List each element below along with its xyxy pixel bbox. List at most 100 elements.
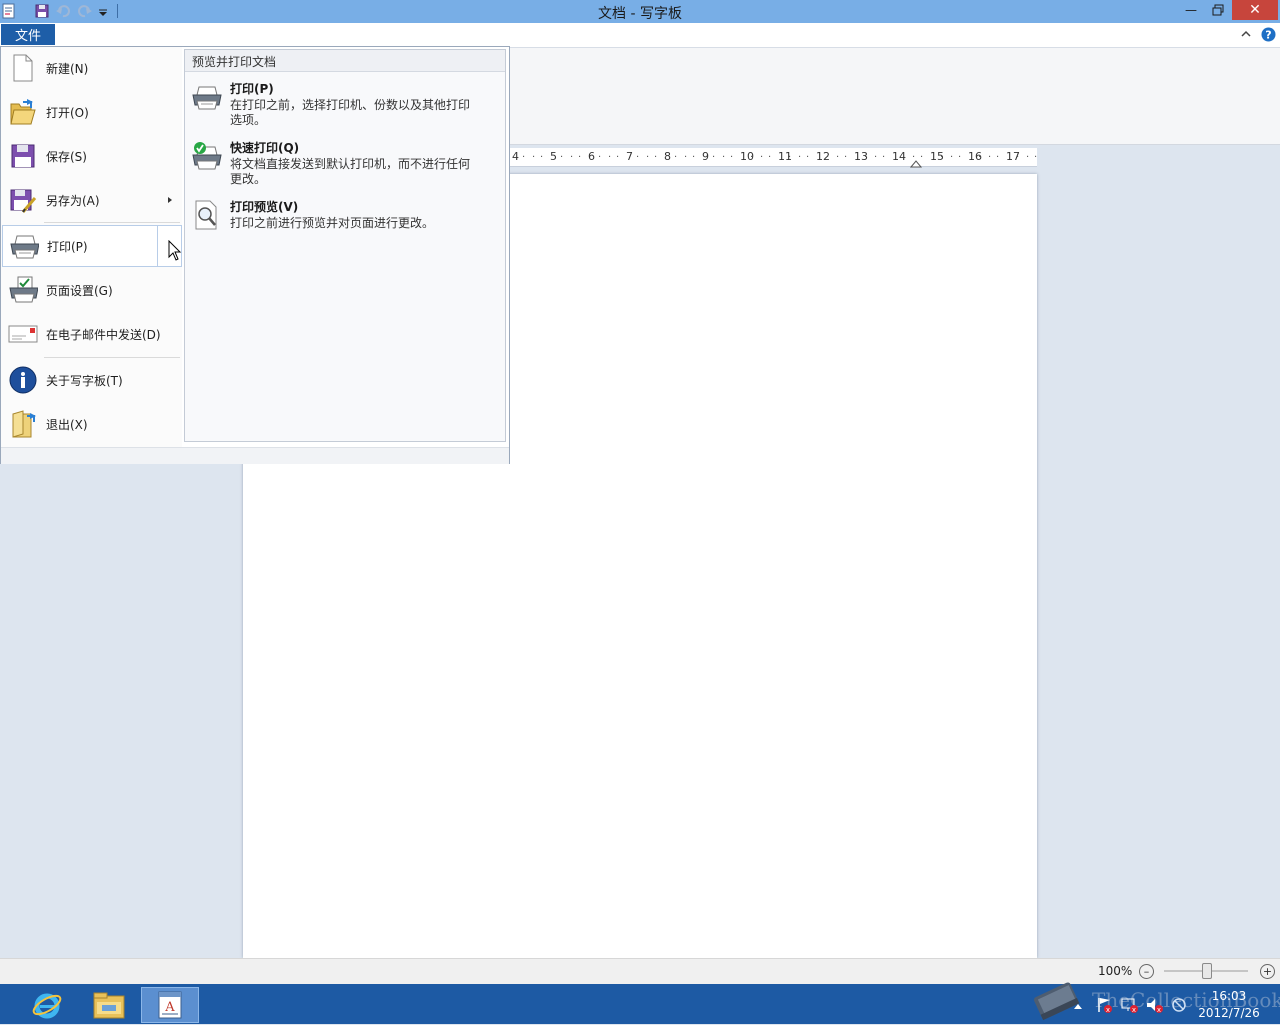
submenu-item-title: 快速打印(Q)	[230, 141, 300, 155]
ruler-tick: ·	[730, 152, 734, 163]
ruler-tick: ·	[1026, 152, 1030, 163]
ruler-tick: ·	[532, 152, 536, 163]
ruler-tick: ·	[826, 152, 830, 163]
minimize-icon: —	[1185, 3, 1197, 17]
menu-item-label: 关于写字板(T)	[46, 373, 123, 388]
ruler-number: 6	[588, 150, 595, 163]
window-title: 文档 - 写字板	[598, 6, 682, 22]
show-hidden-icons-icon[interactable]	[1073, 999, 1083, 1013]
ruler-tick: ·	[958, 152, 962, 163]
file-explorer-icon	[93, 992, 125, 1019]
print-preview-icon	[190, 198, 224, 232]
menu-item-label: 页面设置(G)	[46, 283, 113, 298]
menu-item-open[interactable]: 打开(O)	[2, 91, 182, 133]
menu-item-page-setup[interactable]: 页面设置(G)	[2, 269, 182, 311]
menu-item-label: 另存为(A)	[46, 193, 100, 208]
ruler-tick: ·	[646, 152, 650, 163]
menu-item-new[interactable]: 新建(N)	[2, 47, 182, 89]
ruler-tick: ·	[768, 152, 772, 163]
svg-text:x: x	[1157, 1006, 1161, 1014]
ruler-tick: ·	[950, 152, 954, 163]
ruler-tick: ·	[864, 152, 868, 163]
submenu-item-description: 将文档直接发送到默认打印机，而不进行任何更改。	[230, 157, 471, 186]
volume-icon[interactable]: x	[1145, 996, 1165, 1017]
zoom-in-button[interactable]: +	[1260, 964, 1275, 979]
page-setup-icon	[8, 275, 38, 305]
ruler-tick: ·	[540, 152, 544, 163]
ruler[interactable]: 4 · · · 5 · · · 6 · · · 7 · · · 8 · · · 9 · · · 10 · · · 11 · · · 12 · · · 1…	[510, 148, 1037, 167]
ruler-tick: ·	[750, 152, 754, 163]
save-icon	[8, 141, 38, 171]
submenu-arrow-icon	[168, 197, 172, 203]
ruler-tick: ·	[598, 152, 602, 163]
menu-item-save-as[interactable]: 另存为(A)	[2, 179, 182, 221]
clock-time[interactable]: 16:03	[1196, 989, 1262, 1003]
ruler-number: 5	[550, 150, 557, 163]
restore-button[interactable]	[1203, 0, 1233, 20]
clock-date[interactable]: 2012/7/26	[1196, 1006, 1262, 1020]
new-document-icon	[8, 53, 38, 83]
close-icon: ✕	[1249, 2, 1261, 18]
ruler-tick: ·	[654, 152, 658, 163]
ruler-tick: ·	[978, 152, 982, 163]
zoom-slider-thumb[interactable]	[1202, 963, 1212, 979]
menu-item-print[interactable]: 打印(P)	[2, 225, 158, 267]
taskbar-file-explorer[interactable]	[80, 987, 138, 1023]
taskbar-wordpad[interactable]: A	[141, 987, 199, 1023]
internet-explorer-icon	[32, 993, 62, 1019]
menu-divider	[44, 222, 180, 223]
menu-item-label: 在电子邮件中发送(D)	[46, 327, 161, 342]
submenu-item-title: 打印(P)	[230, 82, 274, 96]
network-icon[interactable]: x	[1120, 996, 1140, 1017]
close-button[interactable]: ✕	[1232, 0, 1278, 20]
open-folder-icon	[8, 97, 38, 127]
printer-icon	[9, 231, 39, 261]
email-icon	[8, 319, 38, 349]
file-menu-footer	[1, 447, 509, 464]
ruler-tick: ·	[874, 152, 878, 163]
menu-item-about[interactable]: 关于写字板(T)	[2, 359, 182, 401]
submenu-item-quick-print[interactable]: 快速打印(Q) 将文档直接发送到默认打印机，而不进行任何更改。	[190, 139, 500, 191]
ruler-tick: ·	[836, 152, 840, 163]
minimize-button[interactable]: —	[1176, 0, 1206, 20]
mouse-cursor-icon	[168, 239, 182, 265]
ruler-tick: ·	[578, 152, 582, 163]
ruler-tick: ·	[636, 152, 640, 163]
ruler-number: 7	[626, 150, 633, 163]
language-icon[interactable]	[1170, 996, 1188, 1017]
ruler-tick: ·	[844, 152, 848, 163]
ruler-tick: ·	[1016, 152, 1020, 163]
ruler-tick: ·	[902, 152, 906, 163]
ruler-tick: ·	[712, 152, 716, 163]
svg-text:x: x	[1132, 1006, 1136, 1014]
help-icon[interactable]: ?	[1261, 27, 1276, 45]
submenu-item-print-preview[interactable]: 打印预览(V) 打印之前进行预览并对页面进行更改。	[190, 198, 500, 238]
taskbar-internet-explorer[interactable]	[18, 987, 76, 1023]
menu-divider	[44, 357, 180, 358]
menu-item-label: 新建(N)	[46, 61, 89, 76]
menu-item-send-email[interactable]: 在电子邮件中发送(D)	[2, 313, 182, 355]
right-indent-marker[interactable]	[909, 157, 923, 171]
menu-item-label: 保存(S)	[46, 149, 87, 164]
plus-icon: +	[1262, 965, 1273, 978]
printer-icon	[190, 80, 224, 114]
ruler-tick: ·	[806, 152, 810, 163]
ruler-tick: ·	[940, 152, 944, 163]
menu-item-save[interactable]: 保存(S)	[2, 135, 182, 177]
ruler-tick: ·	[608, 152, 612, 163]
ruler-tick: ·	[570, 152, 574, 163]
menu-item-label: 打印(P)	[47, 239, 88, 254]
ruler-tick: ·	[988, 152, 992, 163]
chevron-up-icon[interactable]	[1240, 28, 1252, 43]
svg-text:?: ?	[1265, 29, 1271, 42]
menu-item-exit[interactable]: 退出(X)	[2, 403, 182, 445]
minus-icon: –	[1143, 965, 1150, 978]
zoom-out-button[interactable]: –	[1139, 964, 1154, 979]
action-center-icon[interactable]: x	[1096, 996, 1114, 1017]
file-tab[interactable]: 文件	[1, 24, 55, 45]
quick-print-icon	[190, 139, 224, 173]
zoom-level: 100%	[1098, 964, 1133, 978]
ruler-tick: ·	[760, 152, 764, 163]
submenu-item-print[interactable]: 打印(P) 在打印之前，选择打印机、份数以及其他打印选项。	[190, 80, 500, 132]
ruler-tick: ·	[560, 152, 564, 163]
